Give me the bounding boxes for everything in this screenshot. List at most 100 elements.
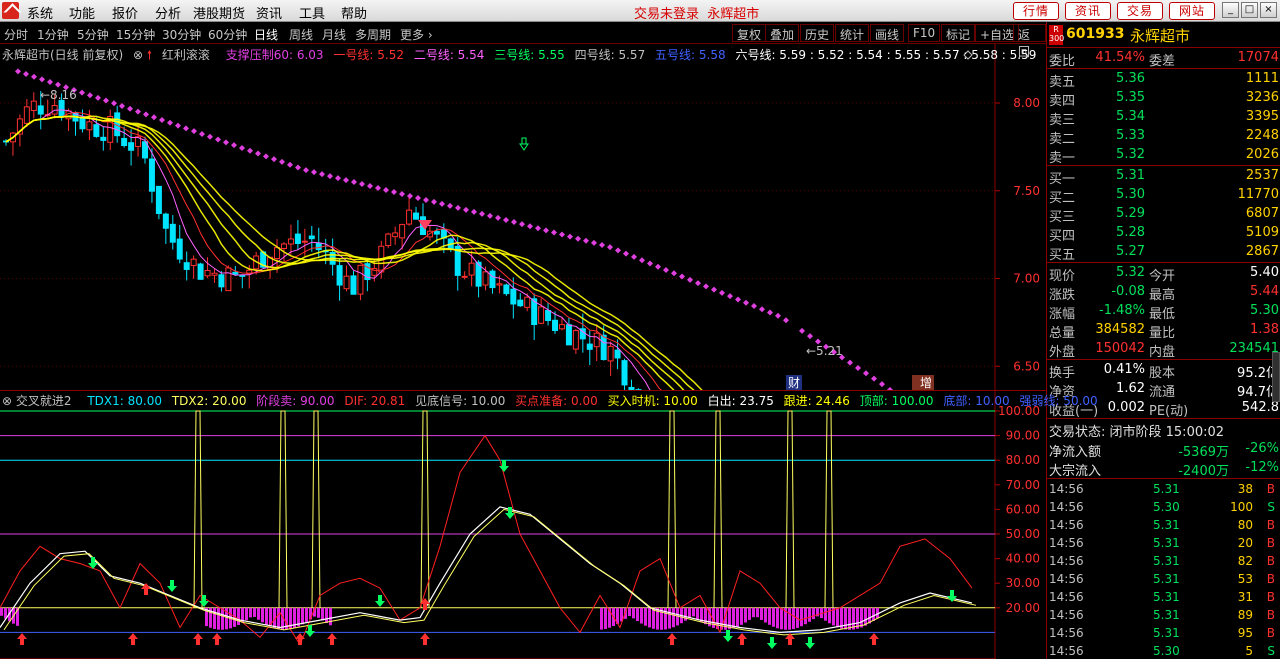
tab-30min[interactable]: 30分钟 (162, 26, 201, 43)
support-diamond (655, 263, 661, 270)
indicator-tick-label: 90.00 (1006, 429, 1040, 443)
histogram-bar (744, 607, 747, 623)
candle-body (538, 306, 545, 324)
bid-volume: 2867 (1245, 244, 1279, 259)
candle (204, 257, 211, 279)
login-status: 交易未登录 永辉超市 (634, 7, 760, 22)
divider (1047, 359, 1280, 360)
tab-60min[interactable]: 60分钟 (208, 26, 247, 43)
indicator-chart[interactable]: ⊗ 交叉就进2 TDX1: 80.00 TDX2: 20.00 阶段卖: 90.… (0, 390, 1098, 659)
minimize-icon[interactable]: _ (1222, 2, 1239, 18)
ask-row[interactable]: 卖一 5.32 2026 (1047, 146, 1280, 166)
candle-body (30, 100, 37, 111)
low-price-label: ←5.21 (806, 344, 843, 358)
f10-button[interactable]: F10 (908, 24, 941, 42)
tab-more[interactable]: 更多 › (400, 26, 433, 43)
histogram-bar (329, 607, 332, 626)
indicator-dropdown[interactable]: ⊗ 🠕 红利滚滚 (133, 48, 216, 62)
support-diamond (543, 227, 549, 234)
ask-row[interactable]: 卖五 5.36 1111 (1047, 70, 1280, 90)
mark-button[interactable]: 标记 (941, 24, 976, 42)
candle (565, 317, 572, 346)
menu-news[interactable]: 资讯 (256, 3, 282, 22)
bid-row[interactable]: 买二 5.30 11770 (1047, 186, 1280, 206)
support-diamond (879, 381, 885, 388)
bid-row[interactable]: 买五 5.27 2867 (1047, 243, 1280, 263)
support-diamond (343, 177, 349, 184)
adjust-button[interactable]: 复权 (732, 24, 767, 42)
news-button[interactable]: 资讯 (1065, 2, 1111, 20)
menu-system[interactable]: 系统 (27, 3, 53, 22)
bid-row[interactable]: 买四 5.28 5109 (1047, 224, 1280, 244)
tick-row: 14:56 5.31 53 B (1049, 572, 1275, 586)
indicator-tick-label: 80.00 (1006, 453, 1040, 467)
kline-plot[interactable]: 8.007.507.006.506.005.505.005.41←8.16←5.… (0, 44, 1046, 390)
candle (162, 212, 169, 244)
menu-tools[interactable]: 工具 (299, 3, 325, 22)
histogram-bar (868, 607, 871, 624)
trade-button[interactable]: 交易 (1117, 2, 1163, 20)
tab-daily[interactable]: 日线 (254, 26, 278, 43)
tab-15min[interactable]: 15分钟 (116, 26, 155, 43)
support-diamond (607, 244, 613, 251)
candle-body (482, 271, 489, 286)
tab-multi-period[interactable]: 多周期 (355, 26, 391, 43)
flow-percent: -12% (1245, 460, 1279, 475)
tab-monthly[interactable]: 月线 (322, 26, 346, 43)
tab-5min[interactable]: 5分钟 (77, 26, 109, 43)
candle-body (385, 233, 392, 247)
support-diamond (55, 81, 61, 88)
candle-body (572, 330, 579, 350)
bid-row[interactable]: 买三 5.29 6807 (1047, 205, 1280, 225)
menu-hk-futures[interactable]: 港股期货 (193, 3, 245, 22)
indicator-plot[interactable]: 100.0090.0080.0070.0060.0050.0040.0030.0… (0, 391, 1046, 659)
indicator-name[interactable]: ⊗ 交叉就进2 (2, 394, 78, 408)
bid-row[interactable]: 买一 5.31 2537 (1047, 167, 1280, 187)
high-price-label: ←8.16 (40, 88, 77, 102)
candle-body (468, 262, 475, 276)
candle-body (183, 262, 190, 270)
tab-1min[interactable]: 1分钟 (37, 26, 69, 43)
candle (128, 129, 135, 166)
tab-timeshare[interactable]: 分时 (4, 26, 28, 43)
quote-button[interactable]: 行情 (1013, 2, 1059, 20)
histogram-bar (792, 607, 795, 630)
bid-volume: 11770 (1237, 187, 1279, 202)
flow-percent: -26% (1245, 441, 1279, 456)
histogram-bar (780, 607, 783, 630)
divider (1047, 262, 1280, 263)
maximize-icon[interactable]: □ (1241, 2, 1258, 18)
support-diamond (111, 100, 117, 107)
menu-analysis[interactable]: 分析 (155, 3, 181, 22)
ask-row[interactable]: 卖二 5.33 2248 (1047, 127, 1280, 147)
scrollbar[interactable] (1272, 352, 1280, 402)
candle-body (558, 324, 565, 330)
histogram-bar (277, 607, 280, 630)
support-diamond (135, 108, 141, 115)
draw-line-button[interactable]: 画线 (870, 24, 905, 42)
histogram-bar (760, 607, 763, 620)
support-diamond (335, 175, 341, 182)
support-diamond (463, 206, 469, 213)
statistics-button[interactable]: 统计 (835, 24, 870, 42)
candle-body (197, 263, 204, 280)
tab-weekly[interactable]: 周线 (289, 26, 313, 43)
candle-body (280, 243, 287, 249)
kline-chart[interactable]: 永辉超市(日线 前复权) ⊗ 🠕 红利滚滚 支撑压制60: 6.03 一号线: … (0, 44, 1046, 390)
candle-body (586, 343, 593, 350)
back-button[interactable]: 返回 (1013, 24, 1046, 59)
support-diamond (495, 214, 501, 221)
website-button[interactable]: 网站 (1169, 2, 1215, 20)
overlay-button[interactable]: 叠加 (765, 24, 800, 42)
candle (107, 109, 114, 151)
tick-row: 14:56 5.31 89 B (1049, 608, 1275, 622)
menu-help[interactable]: 帮助 (341, 3, 367, 22)
ask-row[interactable]: 卖四 5.35 3236 (1047, 89, 1280, 109)
history-button[interactable]: 历史 (800, 24, 835, 42)
ask-row[interactable]: 卖三 5.34 3395 (1047, 108, 1280, 128)
menu-quote[interactable]: 报价 (112, 3, 138, 22)
close-icon[interactable]: × (1260, 2, 1277, 18)
menu-function[interactable]: 功能 (69, 3, 95, 22)
support-diamond (735, 296, 741, 303)
histogram-bar (668, 607, 671, 629)
